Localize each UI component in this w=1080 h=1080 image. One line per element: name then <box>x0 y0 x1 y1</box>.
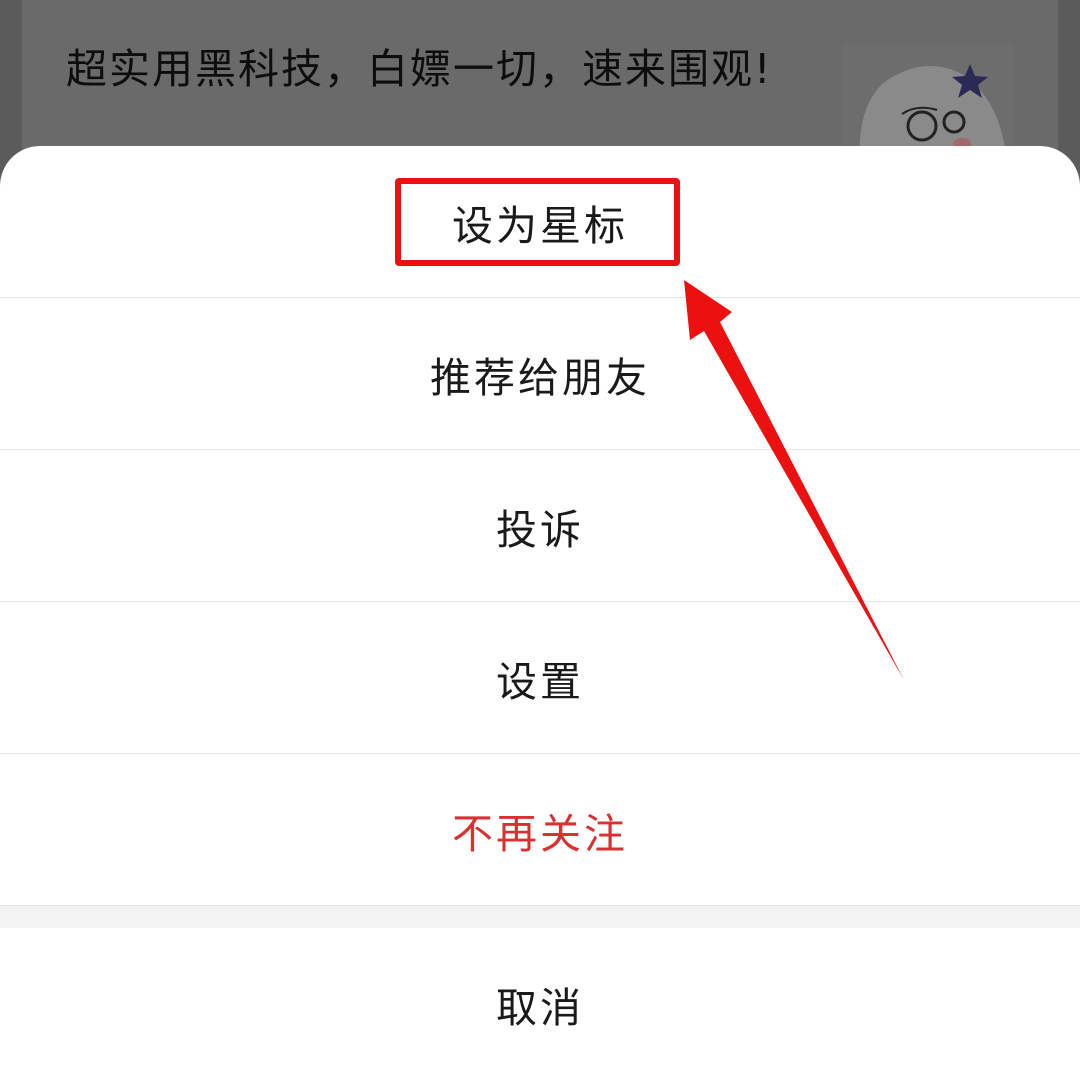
sheet-section-gap <box>0 906 1080 928</box>
set-star-button[interactable]: 设为星标 <box>0 146 1080 297</box>
recommend-to-friend-button[interactable]: 推荐给朋友 <box>0 298 1080 449</box>
screen: 超实用黑科技，白嫖一切，速来围观! 设为星标 推荐给朋友 投诉 设置 不再关注 … <box>0 0 1080 1080</box>
action-sheet: 设为星标 推荐给朋友 投诉 设置 不再关注 取消 <box>0 146 1080 1080</box>
background-article-title: 超实用黑科技，白嫖一切，速来围观! <box>66 45 773 93</box>
unfollow-button[interactable]: 不再关注 <box>0 754 1080 905</box>
cancel-button[interactable]: 取消 <box>0 928 1080 1080</box>
report-button[interactable]: 投诉 <box>0 450 1080 601</box>
settings-button[interactable]: 设置 <box>0 602 1080 753</box>
